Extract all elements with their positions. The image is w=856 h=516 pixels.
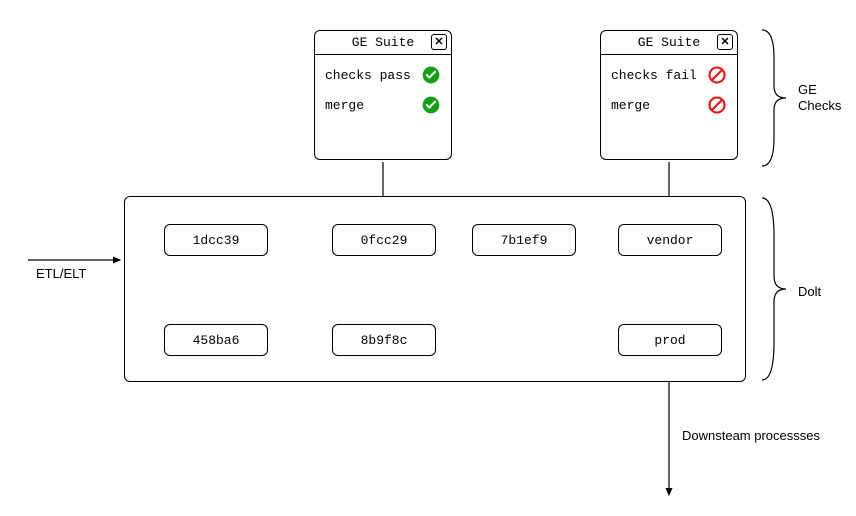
- merge-fail-label: merge: [611, 98, 650, 113]
- ge-suite-pass-title: GE Suite: [352, 35, 414, 50]
- ge-suite-fail-window: GE Suite ✕ checks fail merge: [600, 30, 738, 160]
- commit-label: 7b1ef9: [501, 233, 548, 248]
- ge-checks-label-line1: GE: [798, 82, 817, 97]
- etl-label: ETL/ELT: [36, 266, 86, 281]
- check-pass-icon: [421, 95, 441, 115]
- brace-dolt: [760, 196, 790, 382]
- ge-suite-fail-titlebar: GE Suite ✕: [601, 31, 737, 55]
- ge-suite-fail-title: GE Suite: [638, 35, 700, 50]
- branch-node-vendor: vendor: [618, 224, 722, 256]
- commit-label: 458ba6: [193, 333, 240, 348]
- checks-pass-label: checks pass: [325, 68, 411, 83]
- branch-label: prod: [654, 333, 685, 348]
- ge-suite-pass-titlebar: GE Suite ✕: [315, 31, 451, 55]
- branch-node-prod: prod: [618, 324, 722, 356]
- prohibit-icon: [707, 95, 727, 115]
- commit-node-8b9f8c: 8b9f8c: [332, 324, 436, 356]
- checks-fail-label: checks fail: [611, 68, 697, 83]
- diagram-canvas: GE Suite ✕ checks pass merge GE Suite ✕ …: [0, 0, 856, 516]
- downstream-label: Downsteam processses: [682, 428, 820, 443]
- brace-ge-checks: [760, 28, 790, 168]
- commit-label: 0fcc29: [361, 233, 408, 248]
- commit-label: 8b9f8c: [361, 333, 408, 348]
- merge-pass-label: merge: [325, 98, 364, 113]
- commit-node-458ba6: 458ba6: [164, 324, 268, 356]
- commit-node-1dcc39: 1dcc39: [164, 224, 268, 256]
- check-pass-icon: [421, 65, 441, 85]
- dolt-label: Dolt: [798, 284, 821, 299]
- commit-node-7b1ef9: 7b1ef9: [472, 224, 576, 256]
- close-icon[interactable]: ✕: [717, 34, 733, 50]
- commit-node-0fcc29: 0fcc29: [332, 224, 436, 256]
- branch-label: vendor: [647, 233, 694, 248]
- commit-label: 1dcc39: [193, 233, 240, 248]
- ge-suite-pass-window: GE Suite ✕ checks pass merge: [314, 30, 452, 160]
- ge-checks-label-line2: Checks: [798, 98, 841, 113]
- prohibit-icon: [707, 65, 727, 85]
- close-icon[interactable]: ✕: [431, 34, 447, 50]
